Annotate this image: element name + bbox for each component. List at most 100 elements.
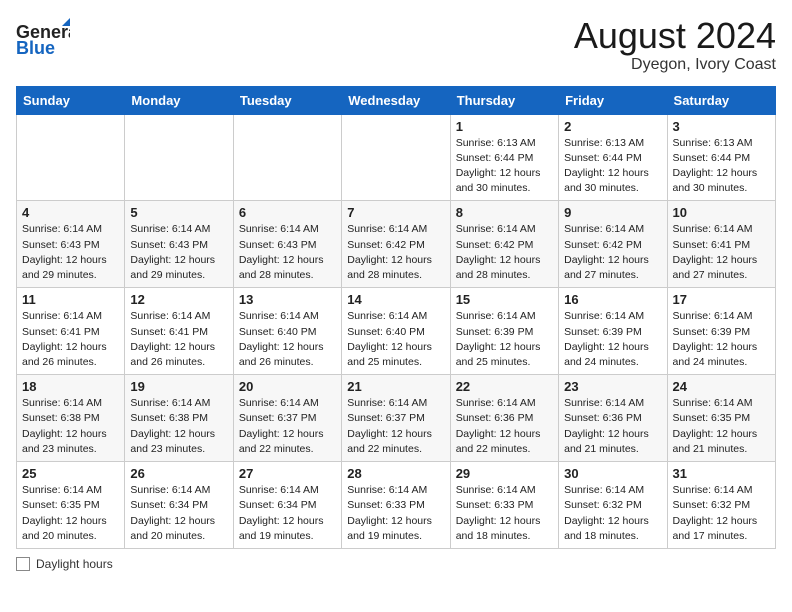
footer-area: Daylight hours	[16, 557, 776, 571]
calendar-cell: 4 Sunrise: 6:14 AM Sunset: 6:43 PM Daylig…	[17, 201, 125, 288]
calendar-cell: 30 Sunrise: 6:14 AM Sunset: 6:32 PM Dayli…	[559, 462, 667, 549]
calendar-cell	[342, 114, 450, 201]
cell-info-text: Sunrise: 6:14 AM Sunset: 6:42 PM Dayligh…	[456, 222, 553, 283]
cell-info-text: Sunrise: 6:14 AM Sunset: 6:38 PM Dayligh…	[130, 396, 227, 457]
calendar-cell: 11 Sunrise: 6:14 AM Sunset: 6:41 PM Dayli…	[17, 288, 125, 375]
calendar-cell: 29Sunrise: 6:14 AM Sunset: 6:33 PM Dayli…	[450, 462, 558, 549]
cell-info-text: Sunrise: 6:14 AM Sunset: 6:41 PM Dayligh…	[22, 309, 119, 370]
cell-info-text: Sunrise: 6:14 AM Sunset: 6:39 PM Dayligh…	[456, 309, 553, 370]
logo: General Blue	[16, 16, 70, 60]
cell-info-text: Sunrise: 6:14 AM Sunset: 6:36 PM Dayligh…	[564, 396, 661, 457]
cell-info-text: Sunrise: 6:14 AM Sunset: 6:32 PM Dayligh…	[564, 483, 661, 544]
cell-info-text: Sunrise: 6:14 AM Sunset: 6:34 PM Dayligh…	[239, 483, 336, 544]
cell-day-number: 27	[239, 466, 336, 481]
cell-day-number: 29	[456, 466, 553, 481]
calendar-cell: 8 Sunrise: 6:14 AM Sunset: 6:42 PM Daylig…	[450, 201, 558, 288]
cell-day-number: 16	[564, 292, 661, 307]
calendar-cell: 3Sunrise: 6:13 AM Sunset: 6:44 PM Daylig…	[667, 114, 775, 201]
cell-info-text: Sunrise: 6:14 AM Sunset: 6:42 PM Dayligh…	[347, 222, 444, 283]
cell-day-number: 20	[239, 379, 336, 394]
cell-day-number: 31	[673, 466, 770, 481]
calendar-body: 1 Sunrise: 6:13 AM Sunset: 6:44 PM Daylig…	[17, 114, 776, 548]
cell-info-text: Sunrise: 6:14 AM Sunset: 6:42 PM Dayligh…	[564, 222, 661, 283]
location-title: Dyegon, Ivory Coast	[574, 56, 776, 74]
calendar-cell: 9 Sunrise: 6:14 AM Sunset: 6:42 PM Daylig…	[559, 201, 667, 288]
calendar-cell: 26Sunrise: 6:14 AM Sunset: 6:34 PM Dayli…	[125, 462, 233, 549]
calendar-cell: 2 Sunrise: 6:13 AM Sunset: 6:44 PM Daylig…	[559, 114, 667, 201]
cell-info-text: Sunrise: 6:14 AM Sunset: 6:36 PM Dayligh…	[456, 396, 553, 457]
header: General Blue August 2024 Dyegon, Ivory C…	[16, 16, 776, 74]
cell-day-number: 28	[347, 466, 444, 481]
month-title: August 2024	[574, 16, 776, 56]
cell-day-number: 13	[239, 292, 336, 307]
calendar-cell: 12Sunrise: 6:14 AM Sunset: 6:41 PM Dayli…	[125, 288, 233, 375]
cell-info-text: Sunrise: 6:13 AM Sunset: 6:44 PM Dayligh…	[673, 136, 770, 197]
cell-info-text: Sunrise: 6:14 AM Sunset: 6:43 PM Dayligh…	[22, 222, 119, 283]
cell-day-number: 7	[347, 205, 444, 220]
logo-icon: General Blue	[16, 16, 70, 60]
cell-info-text: Sunrise: 6:13 AM Sunset: 6:44 PM Dayligh…	[564, 136, 661, 197]
weekday-monday: Monday	[125, 86, 233, 114]
cell-day-number: 23	[564, 379, 661, 394]
cell-day-number: 30	[564, 466, 661, 481]
calendar-cell: 31 Sunrise: 6:14 AM Sunset: 6:32 PM Dayli…	[667, 462, 775, 549]
week-row-3: 11 Sunrise: 6:14 AM Sunset: 6:41 PM Dayli…	[17, 288, 776, 375]
svg-text:Blue: Blue	[16, 38, 55, 58]
calendar-cell: 5 Sunrise: 6:14 AM Sunset: 6:43 PM Daylig…	[125, 201, 233, 288]
calendar-cell: 18 Sunrise: 6:14 AM Sunset: 6:38 PM Dayli…	[17, 375, 125, 462]
cell-day-number: 19	[130, 379, 227, 394]
cell-info-text: Sunrise: 6:14 AM Sunset: 6:38 PM Dayligh…	[22, 396, 119, 457]
cell-info-text: Sunrise: 6:14 AM Sunset: 6:33 PM Dayligh…	[347, 483, 444, 544]
calendar-cell	[233, 114, 341, 201]
cell-day-number: 18	[22, 379, 119, 394]
cell-day-number: 9	[564, 205, 661, 220]
cell-day-number: 8	[456, 205, 553, 220]
cell-info-text: Sunrise: 6:14 AM Sunset: 6:39 PM Dayligh…	[673, 309, 770, 370]
calendar-cell: 6Sunrise: 6:14 AM Sunset: 6:43 PM Daylig…	[233, 201, 341, 288]
calendar-cell: 24 Sunrise: 6:14 AM Sunset: 6:35 PM Dayli…	[667, 375, 775, 462]
week-row-5: 25 Sunrise: 6:14 AM Sunset: 6:35 PM Dayli…	[17, 462, 776, 549]
weekday-saturday: Saturday	[667, 86, 775, 114]
cell-info-text: Sunrise: 6:14 AM Sunset: 6:39 PM Dayligh…	[564, 309, 661, 370]
cell-day-number: 1	[456, 119, 553, 134]
weekday-wednesday: Wednesday	[342, 86, 450, 114]
calendar-cell: 13 Sunrise: 6:14 AM Sunset: 6:40 PM Dayli…	[233, 288, 341, 375]
cell-info-text: Sunrise: 6:14 AM Sunset: 6:43 PM Dayligh…	[239, 222, 336, 283]
calendar-table: SundayMondayTuesdayWednesdayThursdayFrid…	[16, 86, 776, 549]
week-row-2: 4 Sunrise: 6:14 AM Sunset: 6:43 PM Daylig…	[17, 201, 776, 288]
cell-info-text: Sunrise: 6:14 AM Sunset: 6:37 PM Dayligh…	[347, 396, 444, 457]
cell-info-text: Sunrise: 6:14 AM Sunset: 6:43 PM Dayligh…	[130, 222, 227, 283]
cell-day-number: 24	[673, 379, 770, 394]
calendar-cell: 14Sunrise: 6:14 AM Sunset: 6:40 PM Dayli…	[342, 288, 450, 375]
calendar-cell: 17Sunrise: 6:14 AM Sunset: 6:39 PM Dayli…	[667, 288, 775, 375]
weekday-thursday: Thursday	[450, 86, 558, 114]
footer-label: Daylight hours	[36, 557, 113, 571]
cell-info-text: Sunrise: 6:14 AM Sunset: 6:35 PM Dayligh…	[22, 483, 119, 544]
calendar-cell: 20 Sunrise: 6:14 AM Sunset: 6:37 PM Dayli…	[233, 375, 341, 462]
week-row-4: 18 Sunrise: 6:14 AM Sunset: 6:38 PM Dayli…	[17, 375, 776, 462]
calendar-cell: 1 Sunrise: 6:13 AM Sunset: 6:44 PM Daylig…	[450, 114, 558, 201]
weekday-header-row: SundayMondayTuesdayWednesdayThursdayFrid…	[17, 86, 776, 114]
cell-day-number: 5	[130, 205, 227, 220]
cell-info-text: Sunrise: 6:14 AM Sunset: 6:32 PM Dayligh…	[673, 483, 770, 544]
cell-day-number: 15	[456, 292, 553, 307]
cell-day-number: 2	[564, 119, 661, 134]
calendar-cell	[17, 114, 125, 201]
cell-info-text: Sunrise: 6:14 AM Sunset: 6:35 PM Dayligh…	[673, 396, 770, 457]
cell-day-number: 4	[22, 205, 119, 220]
calendar-cell: 19 Sunrise: 6:14 AM Sunset: 6:38 PM Dayli…	[125, 375, 233, 462]
calendar-cell: 15 Sunrise: 6:14 AM Sunset: 6:39 PM Dayli…	[450, 288, 558, 375]
cell-info-text: Sunrise: 6:14 AM Sunset: 6:40 PM Dayligh…	[347, 309, 444, 370]
cell-day-number: 11	[22, 292, 119, 307]
cell-info-text: Sunrise: 6:14 AM Sunset: 6:41 PM Dayligh…	[130, 309, 227, 370]
calendar-cell: 25 Sunrise: 6:14 AM Sunset: 6:35 PM Dayli…	[17, 462, 125, 549]
cell-day-number: 25	[22, 466, 119, 481]
calendar-cell: 28 Sunrise: 6:14 AM Sunset: 6:33 PM Dayli…	[342, 462, 450, 549]
cell-info-text: Sunrise: 6:13 AM Sunset: 6:44 PM Dayligh…	[456, 136, 553, 197]
cell-day-number: 21	[347, 379, 444, 394]
title-area: August 2024 Dyegon, Ivory Coast	[574, 16, 776, 74]
cell-info-text: Sunrise: 6:14 AM Sunset: 6:37 PM Dayligh…	[239, 396, 336, 457]
calendar-cell: 10Sunrise: 6:14 AM Sunset: 6:41 PM Dayli…	[667, 201, 775, 288]
calendar-cell: 22Sunrise: 6:14 AM Sunset: 6:36 PM Dayli…	[450, 375, 558, 462]
cell-info-text: Sunrise: 6:14 AM Sunset: 6:40 PM Dayligh…	[239, 309, 336, 370]
